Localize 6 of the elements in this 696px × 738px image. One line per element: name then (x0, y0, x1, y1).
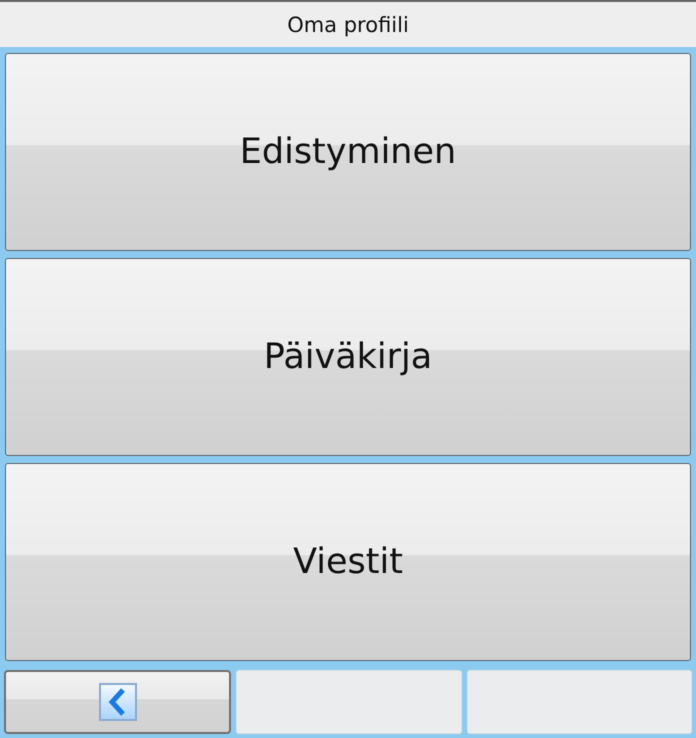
menu-button[interactable]: Edistyminen (5, 53, 691, 251)
back-button[interactable] (4, 670, 232, 734)
back-icon (98, 683, 137, 721)
menu-button[interactable]: Päiväkirja (5, 258, 691, 456)
page-title: Oma profiili (287, 12, 409, 36)
menu-button[interactable]: Viestit (5, 463, 691, 661)
